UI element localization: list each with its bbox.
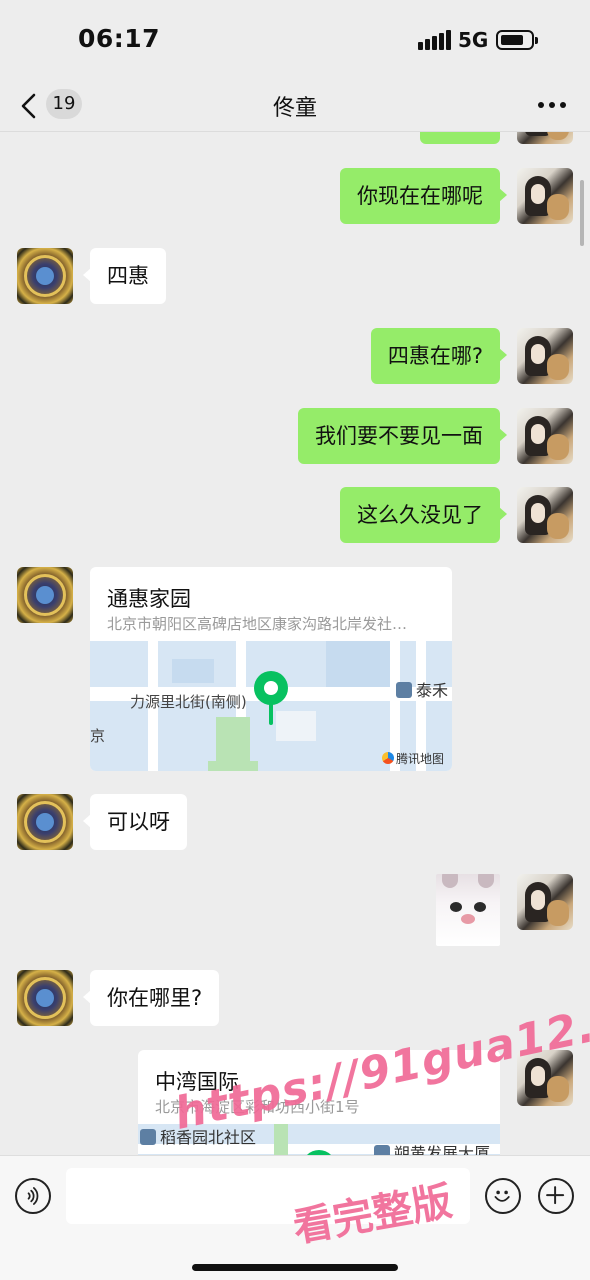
building-icon [374,1145,390,1155]
voice-input-icon[interactable] [15,1178,51,1214]
location-pin-icon [254,671,288,727]
sent-message-bubble[interactable]: 这么久没见了 [340,487,507,543]
location-title: 通惠家园 [107,587,191,611]
nav-bar: 19 佟童 [0,80,590,132]
map-edge-label: 京 [90,727,106,745]
location-card[interactable]: 通惠家园 北京市朝阳区高碑店地区康家沟路北岸发社… 力源里北街(南侧) 泰禾 京 [90,567,452,771]
signal-icon [418,30,452,50]
received-message-bubble[interactable]: 可以呀 [83,794,187,850]
chat-screen: 06:17 5G 19 佟童 你现在在哪呢 四惠 四惠在哪? 我们要不要见一面 … [0,0,590,1280]
my-avatar[interactable] [517,132,573,144]
contact-avatar[interactable] [17,248,73,304]
received-message-bubble[interactable]: 你在哪里? [82,970,220,1026]
map-brand-icon [381,752,394,764]
contact-avatar[interactable] [17,567,73,623]
battery-icon [496,30,538,50]
message-list[interactable]: 你现在在哪呢 四惠 四惠在哪? 我们要不要见一面 这么久没见了 通惠家园 北京市… [0,132,590,1155]
map-street-label: 力源里北街(南侧) [130,693,247,711]
received-message-bubble[interactable]: 四惠 [83,248,166,304]
my-avatar[interactable] [517,874,573,930]
sent-message-bubble[interactable]: 我们要不要见一面 [298,408,507,464]
map-brand: 腾讯地图 [381,750,444,767]
building-icon [140,1129,156,1145]
my-avatar[interactable] [517,408,573,464]
home-indicator [192,1264,398,1271]
cat-sticker[interactable] [436,874,500,946]
my-avatar[interactable] [517,487,573,543]
map-poi-label: 泰禾 [396,677,448,701]
scrollbar[interactable] [580,180,584,246]
map-poi-label: 朔黄发展大厦 [374,1140,490,1155]
contact-avatar[interactable] [17,794,73,850]
more-functions-icon[interactable] [538,1178,574,1214]
sent-message-bubble[interactable]: 四惠在哪? [370,328,508,384]
my-avatar[interactable] [517,328,573,384]
contact-avatar[interactable] [17,970,73,1026]
network-type: 5G [458,28,489,52]
status-bar: 06:17 5G [0,0,590,80]
building-icon [396,682,412,698]
location-map[interactable]: 力源里北街(南侧) 泰禾 京 腾讯地图 [90,641,452,771]
location-address: 北京市朝阳区高碑店地区康家沟路北岸发社… [107,615,408,633]
partial-message-bubble[interactable] [420,132,500,144]
sent-message-bubble[interactable]: 你现在在哪呢 [340,168,507,224]
status-time: 06:17 [78,24,161,53]
my-avatar[interactable] [517,168,573,224]
chat-title: 佟童 [272,96,317,121]
more-options-icon[interactable] [538,102,566,110]
emoji-icon[interactable] [485,1178,521,1214]
